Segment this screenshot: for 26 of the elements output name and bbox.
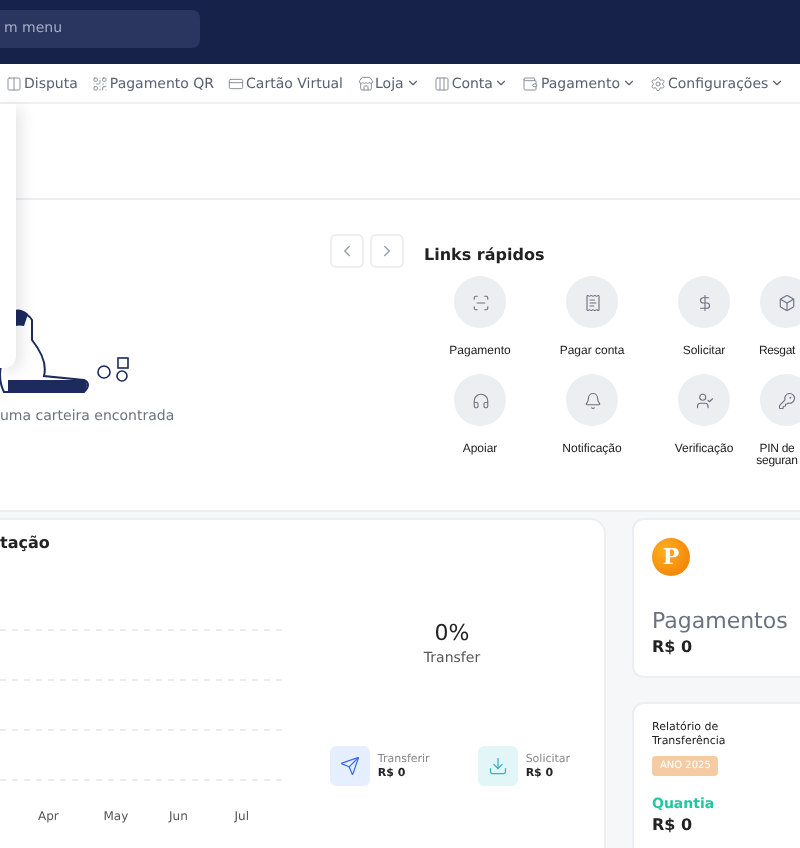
- card-title: tação: [0, 534, 52, 552]
- quick-link-icon: [678, 374, 730, 426]
- quick-link-icon: [678, 276, 730, 328]
- previous-button[interactable]: [330, 234, 364, 268]
- coin-icon: P: [652, 538, 690, 576]
- nav-icon: [6, 75, 22, 91]
- nav-icon: [357, 75, 374, 91]
- section-title: Links rápidos: [424, 246, 547, 264]
- chevron-right-icon: [378, 242, 396, 260]
- quick-link-icon: [566, 374, 618, 426]
- quick-link-icon: [454, 374, 506, 426]
- quick-link-icon: [566, 276, 618, 328]
- percent-value: 0%: [434, 620, 470, 646]
- quick-link-icon: [454, 276, 506, 328]
- stat-icon: [329, 746, 370, 786]
- nav-icon: [650, 75, 666, 91]
- stat-icon: [477, 746, 518, 786]
- nav-icon: [522, 75, 539, 91]
- payments-value: R$ 0: [652, 638, 695, 656]
- metric-value: R$ 0: [652, 816, 693, 835]
- nav-icon: [228, 75, 245, 91]
- nav-icon: [433, 75, 450, 91]
- chevron-left-icon: [338, 242, 356, 260]
- payments-title: Pagamentos: [652, 608, 790, 634]
- next-button[interactable]: [370, 234, 404, 268]
- nav-icon: [91, 75, 108, 91]
